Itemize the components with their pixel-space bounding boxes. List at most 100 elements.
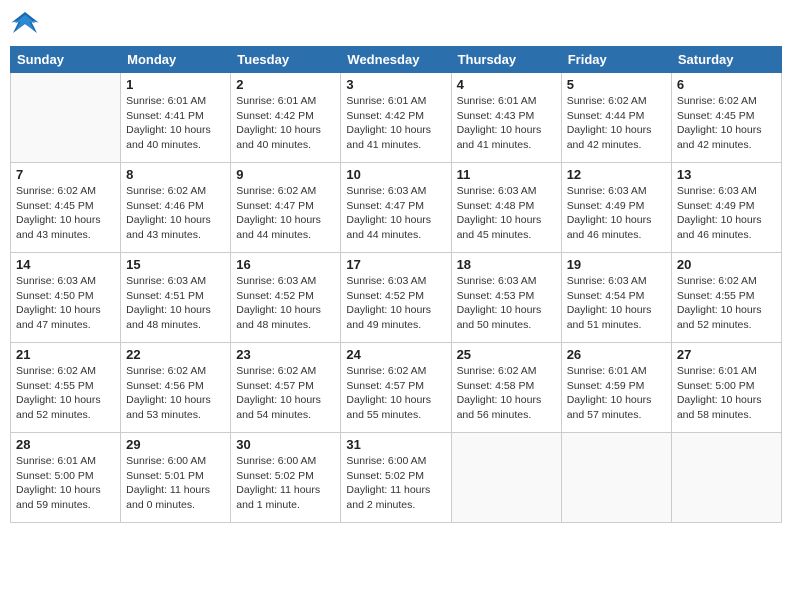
- day-info: Sunrise: 6:01 AM Sunset: 4:59 PM Dayligh…: [567, 364, 666, 423]
- day-number: 27: [677, 347, 776, 362]
- day-number: 28: [16, 437, 115, 452]
- day-info: Sunrise: 6:03 AM Sunset: 4:49 PM Dayligh…: [677, 184, 776, 243]
- day-cell-19: 19Sunrise: 6:03 AM Sunset: 4:54 PM Dayli…: [561, 253, 671, 343]
- day-info: Sunrise: 6:03 AM Sunset: 4:53 PM Dayligh…: [457, 274, 556, 333]
- week-row-2: 7 Sunrise: 6:02 AM Sunset: 4:45 PM Daylig…: [11, 163, 782, 253]
- day-info: Sunrise: 6:01 AM Sunset: 4:41 PM Dayligh…: [126, 94, 225, 153]
- day-cell-21: 21 Sunrise: 6:02 AM Sunset: 4:55 PM Dayli…: [11, 343, 121, 433]
- day-number: 24: [346, 347, 445, 362]
- day-info: Sunrise: 6:01 AM Sunset: 4:42 PM Dayligh…: [236, 94, 335, 153]
- day-cell-22: 22 Sunrise: 6:02 AM Sunset: 4:56 PM Dayli…: [121, 343, 231, 433]
- day-number: 30: [236, 437, 335, 452]
- day-cell-12: 12Sunrise: 6:03 AM Sunset: 4:49 PM Dayli…: [561, 163, 671, 253]
- day-cell-8: 8 Sunrise: 6:02 AM Sunset: 4:46 PM Daylig…: [121, 163, 231, 253]
- day-info: Sunrise: 6:01 AM Sunset: 5:00 PM Dayligh…: [16, 454, 115, 513]
- empty-cell: [11, 73, 121, 163]
- day-number: 25: [457, 347, 556, 362]
- day-cell-29: 29 Sunrise: 6:00 AM Sunset: 5:01 PM Dayli…: [121, 433, 231, 523]
- day-info: Sunrise: 6:02 AM Sunset: 4:55 PM Dayligh…: [16, 364, 115, 423]
- day-number: 29: [126, 437, 225, 452]
- col-header-friday: Friday: [561, 47, 671, 73]
- day-number: 1: [126, 77, 225, 92]
- week-row-1: 1 Sunrise: 6:01 AM Sunset: 4:41 PM Daylig…: [11, 73, 782, 163]
- day-cell-3: 3 Sunrise: 6:01 AM Sunset: 4:42 PM Daylig…: [341, 73, 451, 163]
- day-info: Sunrise: 6:02 AM Sunset: 4:56 PM Dayligh…: [126, 364, 225, 423]
- day-cell-1: 1 Sunrise: 6:01 AM Sunset: 4:41 PM Daylig…: [121, 73, 231, 163]
- day-info: Sunrise: 6:03 AM Sunset: 4:52 PM Dayligh…: [236, 274, 335, 333]
- day-number: 2: [236, 77, 335, 92]
- day-info: Sunrise: 6:03 AM Sunset: 4:52 PM Dayligh…: [346, 274, 445, 333]
- day-info: Sunrise: 6:03 AM Sunset: 4:47 PM Dayligh…: [346, 184, 445, 243]
- day-cell-7: 7 Sunrise: 6:02 AM Sunset: 4:45 PM Daylig…: [11, 163, 121, 253]
- col-header-monday: Monday: [121, 47, 231, 73]
- week-row-5: 28 Sunrise: 6:01 AM Sunset: 5:00 PM Dayli…: [11, 433, 782, 523]
- day-info: Sunrise: 6:02 AM Sunset: 4:47 PM Dayligh…: [236, 184, 335, 243]
- col-header-saturday: Saturday: [671, 47, 781, 73]
- page-header: [10, 10, 782, 38]
- day-cell-10: 10 Sunrise: 6:03 AM Sunset: 4:47 PM Dayli…: [341, 163, 451, 253]
- col-header-thursday: Thursday: [451, 47, 561, 73]
- day-info: Sunrise: 6:02 AM Sunset: 4:45 PM Dayligh…: [677, 94, 776, 153]
- week-row-3: 14 Sunrise: 6:03 AM Sunset: 4:50 PM Dayli…: [11, 253, 782, 343]
- day-number: 10: [346, 167, 445, 182]
- day-cell-28: 28 Sunrise: 6:01 AM Sunset: 5:00 PM Dayli…: [11, 433, 121, 523]
- day-number: 5: [567, 77, 666, 92]
- col-header-tuesday: Tuesday: [231, 47, 341, 73]
- col-header-wednesday: Wednesday: [341, 47, 451, 73]
- day-cell-15: 15 Sunrise: 6:03 AM Sunset: 4:51 PM Dayli…: [121, 253, 231, 343]
- calendar-header-row: SundayMondayTuesdayWednesdayThursdayFrid…: [11, 47, 782, 73]
- day-number: 22: [126, 347, 225, 362]
- day-info: Sunrise: 6:02 AM Sunset: 4:45 PM Dayligh…: [16, 184, 115, 243]
- day-number: 14: [16, 257, 115, 272]
- day-info: Sunrise: 6:01 AM Sunset: 4:42 PM Dayligh…: [346, 94, 445, 153]
- day-cell-25: 25 Sunrise: 6:02 AM Sunset: 4:58 PM Dayli…: [451, 343, 561, 433]
- empty-cell: [451, 433, 561, 523]
- empty-cell: [561, 433, 671, 523]
- col-header-sunday: Sunday: [11, 47, 121, 73]
- day-number: 31: [346, 437, 445, 452]
- day-cell-13: 13Sunrise: 6:03 AM Sunset: 4:49 PM Dayli…: [671, 163, 781, 253]
- day-info: Sunrise: 6:01 AM Sunset: 5:00 PM Dayligh…: [677, 364, 776, 423]
- calendar-table: SundayMondayTuesdayWednesdayThursdayFrid…: [10, 46, 782, 523]
- day-cell-4: 4Sunrise: 6:01 AM Sunset: 4:43 PM Daylig…: [451, 73, 561, 163]
- logo-icon: [10, 10, 40, 38]
- day-info: Sunrise: 6:03 AM Sunset: 4:50 PM Dayligh…: [16, 274, 115, 333]
- day-info: Sunrise: 6:00 AM Sunset: 5:02 PM Dayligh…: [236, 454, 335, 513]
- day-info: Sunrise: 6:02 AM Sunset: 4:58 PM Dayligh…: [457, 364, 556, 423]
- day-cell-9: 9 Sunrise: 6:02 AM Sunset: 4:47 PM Daylig…: [231, 163, 341, 253]
- day-info: Sunrise: 6:02 AM Sunset: 4:57 PM Dayligh…: [236, 364, 335, 423]
- day-number: 7: [16, 167, 115, 182]
- day-cell-30: 30 Sunrise: 6:00 AM Sunset: 5:02 PM Dayli…: [231, 433, 341, 523]
- day-number: 20: [677, 257, 776, 272]
- day-number: 3: [346, 77, 445, 92]
- day-info: Sunrise: 6:02 AM Sunset: 4:57 PM Dayligh…: [346, 364, 445, 423]
- logo: [10, 10, 44, 38]
- day-number: 23: [236, 347, 335, 362]
- day-cell-16: 16 Sunrise: 6:03 AM Sunset: 4:52 PM Dayli…: [231, 253, 341, 343]
- day-number: 9: [236, 167, 335, 182]
- day-number: 16: [236, 257, 335, 272]
- day-info: Sunrise: 6:02 AM Sunset: 4:55 PM Dayligh…: [677, 274, 776, 333]
- day-info: Sunrise: 6:03 AM Sunset: 4:48 PM Dayligh…: [457, 184, 556, 243]
- day-cell-31: 31Sunrise: 6:00 AM Sunset: 5:02 PM Dayli…: [341, 433, 451, 523]
- day-info: Sunrise: 6:02 AM Sunset: 4:44 PM Dayligh…: [567, 94, 666, 153]
- day-number: 8: [126, 167, 225, 182]
- day-info: Sunrise: 6:03 AM Sunset: 4:49 PM Dayligh…: [567, 184, 666, 243]
- day-cell-24: 24 Sunrise: 6:02 AM Sunset: 4:57 PM Dayli…: [341, 343, 451, 433]
- day-cell-20: 20 Sunrise: 6:02 AM Sunset: 4:55 PM Dayli…: [671, 253, 781, 343]
- day-cell-5: 5 Sunrise: 6:02 AM Sunset: 4:44 PM Daylig…: [561, 73, 671, 163]
- day-number: 21: [16, 347, 115, 362]
- day-number: 26: [567, 347, 666, 362]
- day-info: Sunrise: 6:03 AM Sunset: 4:51 PM Dayligh…: [126, 274, 225, 333]
- day-info: Sunrise: 6:00 AM Sunset: 5:01 PM Dayligh…: [126, 454, 225, 513]
- day-info: Sunrise: 6:02 AM Sunset: 4:46 PM Dayligh…: [126, 184, 225, 243]
- day-cell-6: 6 Sunrise: 6:02 AM Sunset: 4:45 PM Daylig…: [671, 73, 781, 163]
- day-number: 11: [457, 167, 556, 182]
- day-cell-26: 26 Sunrise: 6:01 AM Sunset: 4:59 PM Dayli…: [561, 343, 671, 433]
- day-cell-14: 14 Sunrise: 6:03 AM Sunset: 4:50 PM Dayli…: [11, 253, 121, 343]
- day-number: 15: [126, 257, 225, 272]
- day-info: Sunrise: 6:03 AM Sunset: 4:54 PM Dayligh…: [567, 274, 666, 333]
- day-number: 18: [457, 257, 556, 272]
- day-number: 17: [346, 257, 445, 272]
- day-number: 6: [677, 77, 776, 92]
